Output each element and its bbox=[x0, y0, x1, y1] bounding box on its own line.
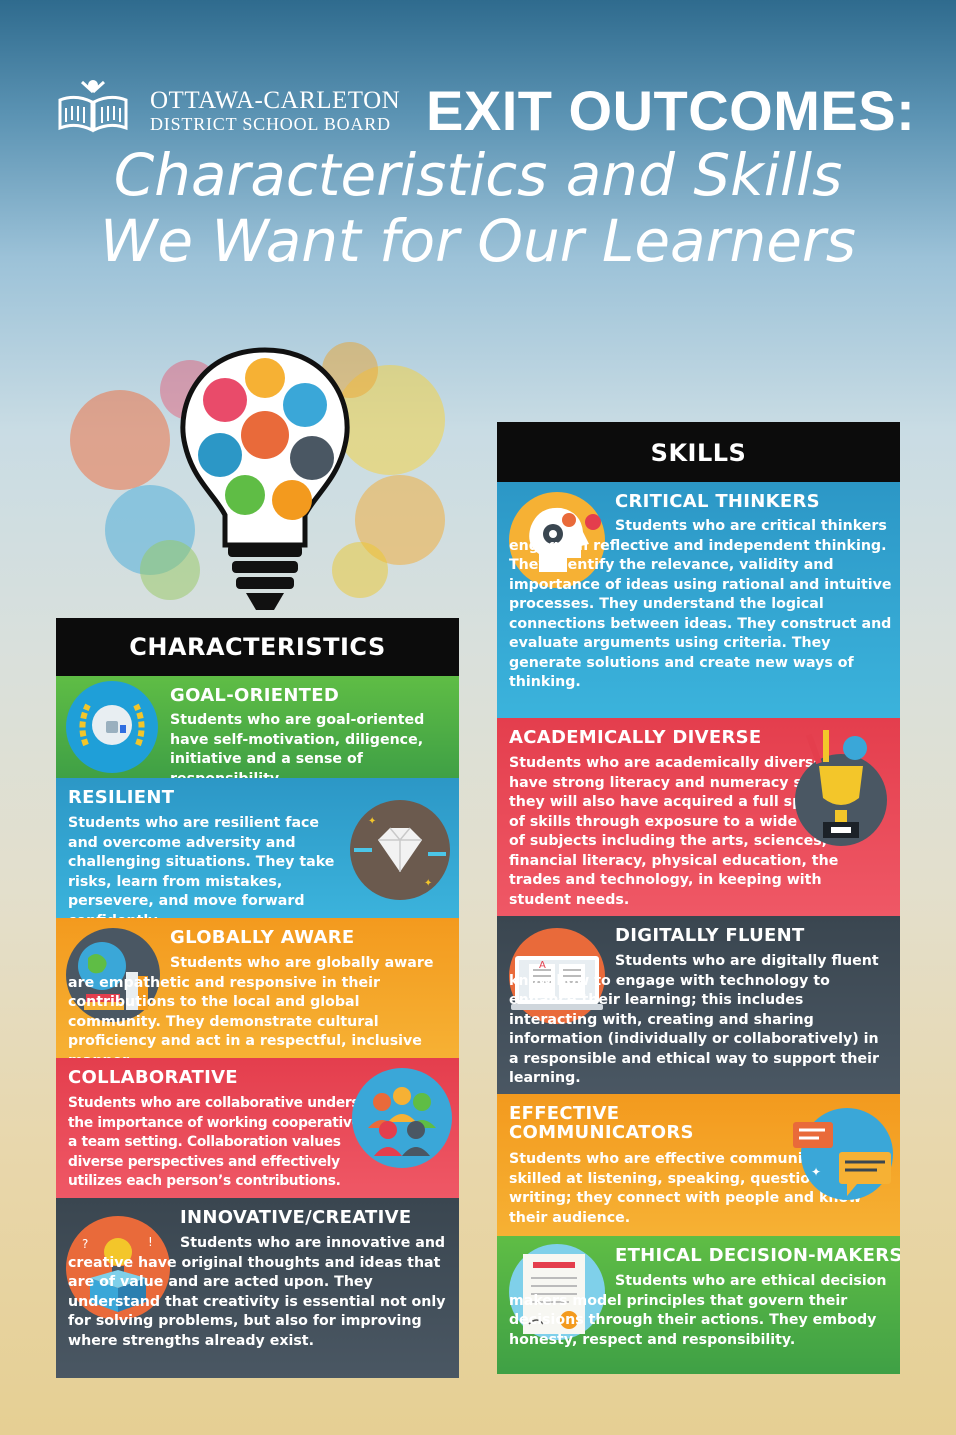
skill-digitally-fluent: A DIGITALLY FLUENT Students who are digi… bbox=[497, 916, 900, 1094]
ethical-decision-makers-text: Students who are ethical decision makers… bbox=[509, 1273, 887, 1348]
collaborative-title: COLLABORATIVE bbox=[68, 1067, 238, 1088]
critical-thinkers-title: CRITICAL THINKERS bbox=[615, 491, 820, 512]
header: OTTAWA-CARLETON DISTRICT SCHOOL BOARD EX… bbox=[0, 0, 956, 290]
critical-thinkers-text: Students who are critical thinkers engag… bbox=[509, 518, 892, 690]
goal-oriented-text: Students who are goal-oriented have self… bbox=[170, 712, 425, 778]
ethical-decision-makers-title: ETHICAL DECISION-MAKERS bbox=[615, 1245, 900, 1266]
characteristic-goal-oriented: GOAL-ORIENTED Students who are goal-orie… bbox=[56, 676, 459, 778]
academically-diverse-title: ACADEMICALLY DIVERSE bbox=[509, 727, 762, 748]
goal-oriented-title: GOAL-ORIENTED bbox=[170, 685, 340, 706]
thumbs-up-laurel-icon bbox=[66, 681, 158, 773]
digitally-fluent-text: Students who are digitally fluent know h… bbox=[509, 953, 879, 1086]
effective-communicators-title-line-2: COMMUNICATORS bbox=[509, 1122, 694, 1143]
organization-name: OTTAWA-CARLETON DISTRICT SCHOOL BOARD bbox=[150, 87, 401, 135]
org-line-1: OTTAWA-CARLETON bbox=[150, 87, 401, 114]
innovative-creative-text: Students who are innovative and creative… bbox=[68, 1235, 446, 1349]
collaborative-text: Students who are collaborative understan… bbox=[68, 1095, 394, 1189]
speech-bubbles-icon: ✦ bbox=[793, 1108, 893, 1200]
subtitle-line-1: Characteristics and Skills bbox=[113, 141, 843, 209]
resilient-text: Students who are resilient face and over… bbox=[68, 815, 335, 918]
characteristic-innovative-creative: ? ! INNOVATIVE/CREATIVE Students who are… bbox=[56, 1198, 459, 1378]
digitally-fluent-title: DIGITALLY FLUENT bbox=[615, 925, 805, 946]
svg-text:✦: ✦ bbox=[368, 816, 376, 827]
skill-academically-diverse: ACADEMICALLY DIVERSE Students who are ac… bbox=[497, 718, 900, 916]
skill-effective-communicators: EFFECTIVE COMMUNICATORS Students who are… bbox=[497, 1094, 900, 1236]
skill-ethical-decision-makers: ETHICAL DECISION-MAKERS Students who are… bbox=[497, 1236, 900, 1374]
svg-text:✦: ✦ bbox=[424, 878, 432, 889]
subtitle-line-2: We Want for Our Learners bbox=[100, 207, 856, 275]
page-title: EXIT OUTCOMES: bbox=[426, 79, 916, 142]
org-line-2: DISTRICT SCHOOL BOARD bbox=[150, 114, 391, 134]
globally-aware-text: Students who are globally aware are empa… bbox=[68, 955, 434, 1058]
trophy-icon bbox=[795, 730, 887, 846]
open-book-logo-icon bbox=[58, 80, 128, 133]
resilient-title: RESILIENT bbox=[68, 787, 175, 808]
people-group-icon bbox=[352, 1068, 452, 1168]
effective-communicators-title-line-1: EFFECTIVE bbox=[509, 1103, 620, 1124]
skill-critical-thinkers: CRITICAL THINKERS Students who are criti… bbox=[497, 482, 900, 718]
characteristic-globally-aware: GLOBALLY AWARE Students who are globally… bbox=[56, 918, 459, 1058]
lightbulb-splash-icon bbox=[70, 342, 445, 610]
characteristics-heading: CHARACTERISTICS bbox=[56, 618, 459, 676]
svg-text:✦: ✦ bbox=[811, 1165, 821, 1179]
diamond-icon: ✦ ✦ bbox=[350, 800, 450, 900]
skills-heading: SKILLS bbox=[497, 422, 900, 482]
characteristic-collaborative: COLLABORATIVE Students who are collabora… bbox=[56, 1058, 459, 1198]
globally-aware-title: GLOBALLY AWARE bbox=[170, 927, 355, 948]
innovative-creative-title: INNOVATIVE/CREATIVE bbox=[180, 1207, 412, 1228]
characteristic-resilient: RESILIENT Students who are resilient fac… bbox=[56, 778, 459, 918]
